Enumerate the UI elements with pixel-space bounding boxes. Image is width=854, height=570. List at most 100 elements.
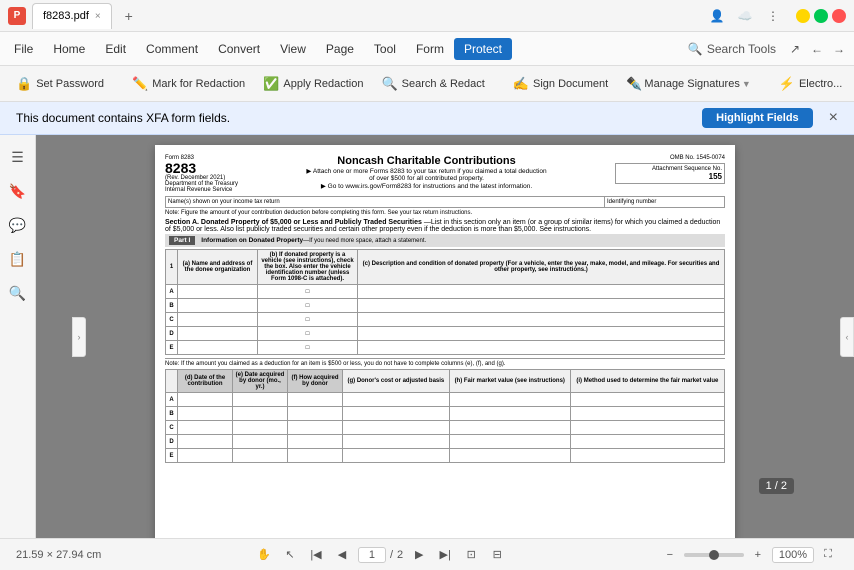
pdf-row-d-label: D — [166, 327, 178, 341]
minimize-button[interactable] — [796, 9, 810, 23]
zoom-slider[interactable] — [684, 553, 744, 557]
zoom-out-button[interactable]: − — [660, 545, 680, 565]
table-row: E □ — [166, 341, 725, 355]
current-page-input[interactable]: 1 — [358, 547, 386, 563]
pdf-form-number-block: Form 8283 8283 (Rev. December 2021) Depa… — [165, 155, 238, 193]
sidebar-pages-icon[interactable]: ☰ — [4, 143, 32, 171]
menu-convert[interactable]: Convert — [208, 38, 270, 60]
pdf-omb: OMB No. 1545-0074 — [615, 155, 725, 161]
menu-comment[interactable]: Comment — [136, 38, 208, 60]
set-password-button[interactable]: 🔒 Set Password — [8, 72, 112, 96]
zoom-thumb — [709, 550, 719, 560]
menu-home[interactable]: Home — [43, 38, 95, 60]
zoom-level[interactable]: 100% — [772, 547, 814, 563]
sidebar-layers-icon[interactable]: 📋 — [4, 245, 32, 273]
sidebar-bookmarks-icon[interactable]: 🔖 — [4, 177, 32, 205]
pdf-row-c-col2: □ — [258, 313, 358, 327]
pdf-part-i-title: Information on Donated Property — [201, 237, 303, 244]
search-redact-icon: 🔍 — [381, 76, 397, 92]
pdf-row-c-col3 — [358, 313, 725, 327]
pdf-row-d-col2: □ — [258, 327, 358, 341]
menu-view[interactable]: View — [270, 38, 316, 60]
pdf-t2-d-d — [178, 435, 233, 449]
pdf-attachment-no: 155 — [618, 172, 722, 181]
sidebar-search-icon[interactable]: 🔍 — [4, 279, 32, 307]
mark-redaction-icon: ✏️ — [132, 76, 148, 92]
pdf-row-c-col1 — [178, 313, 258, 327]
pdf-t2-e-f — [288, 449, 343, 463]
pdf-section-a-header: Section A. Donated Property of $5,000 or… — [165, 219, 725, 233]
table-row: D — [166, 435, 725, 449]
file-tab[interactable]: f8283.pdf × — [32, 3, 112, 29]
pdf-form-table-2: (d) Date of the contribution (e) Date ac… — [165, 369, 725, 463]
pdf-t2-b-g — [343, 407, 450, 421]
forward-button[interactable]: → — [828, 38, 850, 60]
menu-page[interactable]: Page — [316, 38, 364, 60]
pdf-row-d-col1 — [178, 327, 258, 341]
cloud-icon: ☁️ — [734, 5, 756, 27]
pdf-t2-e-g — [343, 449, 450, 463]
new-tab-button[interactable]: + — [118, 5, 140, 27]
more-options-button[interactable]: ⋮ — [762, 5, 784, 27]
pdf-irs: Internal Revenue Service — [165, 187, 238, 193]
menu-edit[interactable]: Edit — [95, 38, 136, 60]
close-window-button[interactable] — [832, 9, 846, 23]
pdf-t2-c-e — [233, 421, 288, 435]
table-row: C □ — [166, 313, 725, 327]
pdf-row-c-label: C — [166, 313, 178, 327]
document-dimensions: 21.59 × 27.94 cm — [16, 549, 101, 561]
apply-redaction-button[interactable]: ✅ Apply Redaction — [255, 72, 371, 96]
page-badge: 1 / 2 — [759, 478, 794, 494]
pdf-t2-col-h: (h) Fair market value (see instructions) — [449, 370, 570, 393]
pdf-row-a-col1 — [178, 285, 258, 299]
xfa-close-button[interactable]: × — [829, 109, 838, 127]
manage-signatures-button[interactable]: ✒️ Manage Signatures ▼ — [618, 72, 759, 96]
fullscreen-button[interactable]: ⛶ — [818, 545, 838, 565]
pdf-form-line2: of over $500 for all contributed propert… — [244, 175, 609, 182]
search-redact-button[interactable]: 🔍 Search & Redact — [373, 72, 492, 96]
prev-page-button[interactable]: ◀ — [332, 545, 352, 565]
share-button[interactable]: ↗ — [784, 38, 806, 60]
close-tab-button[interactable]: × — [95, 11, 101, 22]
pdf-t2-a-f — [288, 393, 343, 407]
pdf-t2-c-f — [288, 421, 343, 435]
pdf-page: Form 8283 8283 (Rev. December 2021) Depa… — [155, 145, 735, 538]
menu-file[interactable]: File — [4, 38, 43, 60]
pdf-t2-row-a: A — [166, 393, 178, 407]
right-panel-collapse[interactable]: ‹ — [840, 317, 854, 357]
file-tab-name: f8283.pdf — [43, 10, 89, 22]
pdf-t2-e-d — [178, 449, 233, 463]
pdf-t2-b-f — [288, 407, 343, 421]
mark-redaction-button[interactable]: ✏️ Mark for Redaction — [124, 72, 253, 96]
fit-width-button[interactable]: ⊟ — [487, 545, 507, 565]
left-sidebar: ☰ 🔖 💬 📋 🔍 — [0, 135, 36, 538]
status-bar: 21.59 × 27.94 cm ✋ ↖ |◀ ◀ 1 / 2 ▶ ▶| ⊡ ⊟… — [0, 538, 854, 570]
table-row: B □ — [166, 299, 725, 313]
pdf-t2-a-d — [178, 393, 233, 407]
sidebar-comments-icon[interactable]: 💬 — [4, 211, 32, 239]
left-panel-collapse[interactable]: › — [72, 317, 86, 357]
zoom-in-button[interactable]: + — [748, 545, 768, 565]
back-button[interactable]: ← — [806, 38, 828, 60]
highlight-fields-button[interactable]: Highlight Fields — [702, 108, 813, 128]
total-pages: 2 — [397, 549, 403, 561]
electro-button[interactable]: ⚡ Electro... — [771, 72, 851, 96]
zoom-controls: − + 100% ⛶ — [660, 545, 838, 565]
pdf-t2-a-g — [343, 393, 450, 407]
menu-tool[interactable]: Tool — [364, 38, 406, 60]
sign-document-button[interactable]: ✍️ Sign Document — [505, 72, 616, 96]
fit-page-button[interactable]: ⊡ — [461, 545, 481, 565]
hand-tool-button[interactable]: ✋ — [254, 545, 274, 565]
select-tool-button[interactable]: ↖ — [280, 545, 300, 565]
pdf-form-table-1: 1 (a) Name and address of the donee orga… — [165, 249, 725, 355]
menu-form[interactable]: Form — [406, 38, 454, 60]
pdf-table2-header-row: (d) Date of the contribution (e) Date ac… — [166, 370, 725, 393]
last-page-button[interactable]: ▶| — [435, 545, 455, 565]
first-page-button[interactable]: |◀ — [306, 545, 326, 565]
restore-button[interactable] — [814, 9, 828, 23]
menu-protect[interactable]: Protect — [454, 38, 512, 60]
next-page-button[interactable]: ▶ — [409, 545, 429, 565]
toolbar: 🔒 Set Password ✏️ Mark for Redaction ✅ A… — [0, 66, 854, 102]
app-icon: P — [8, 7, 26, 25]
search-tools-button[interactable]: 🔍 Search Tools — [680, 38, 784, 60]
